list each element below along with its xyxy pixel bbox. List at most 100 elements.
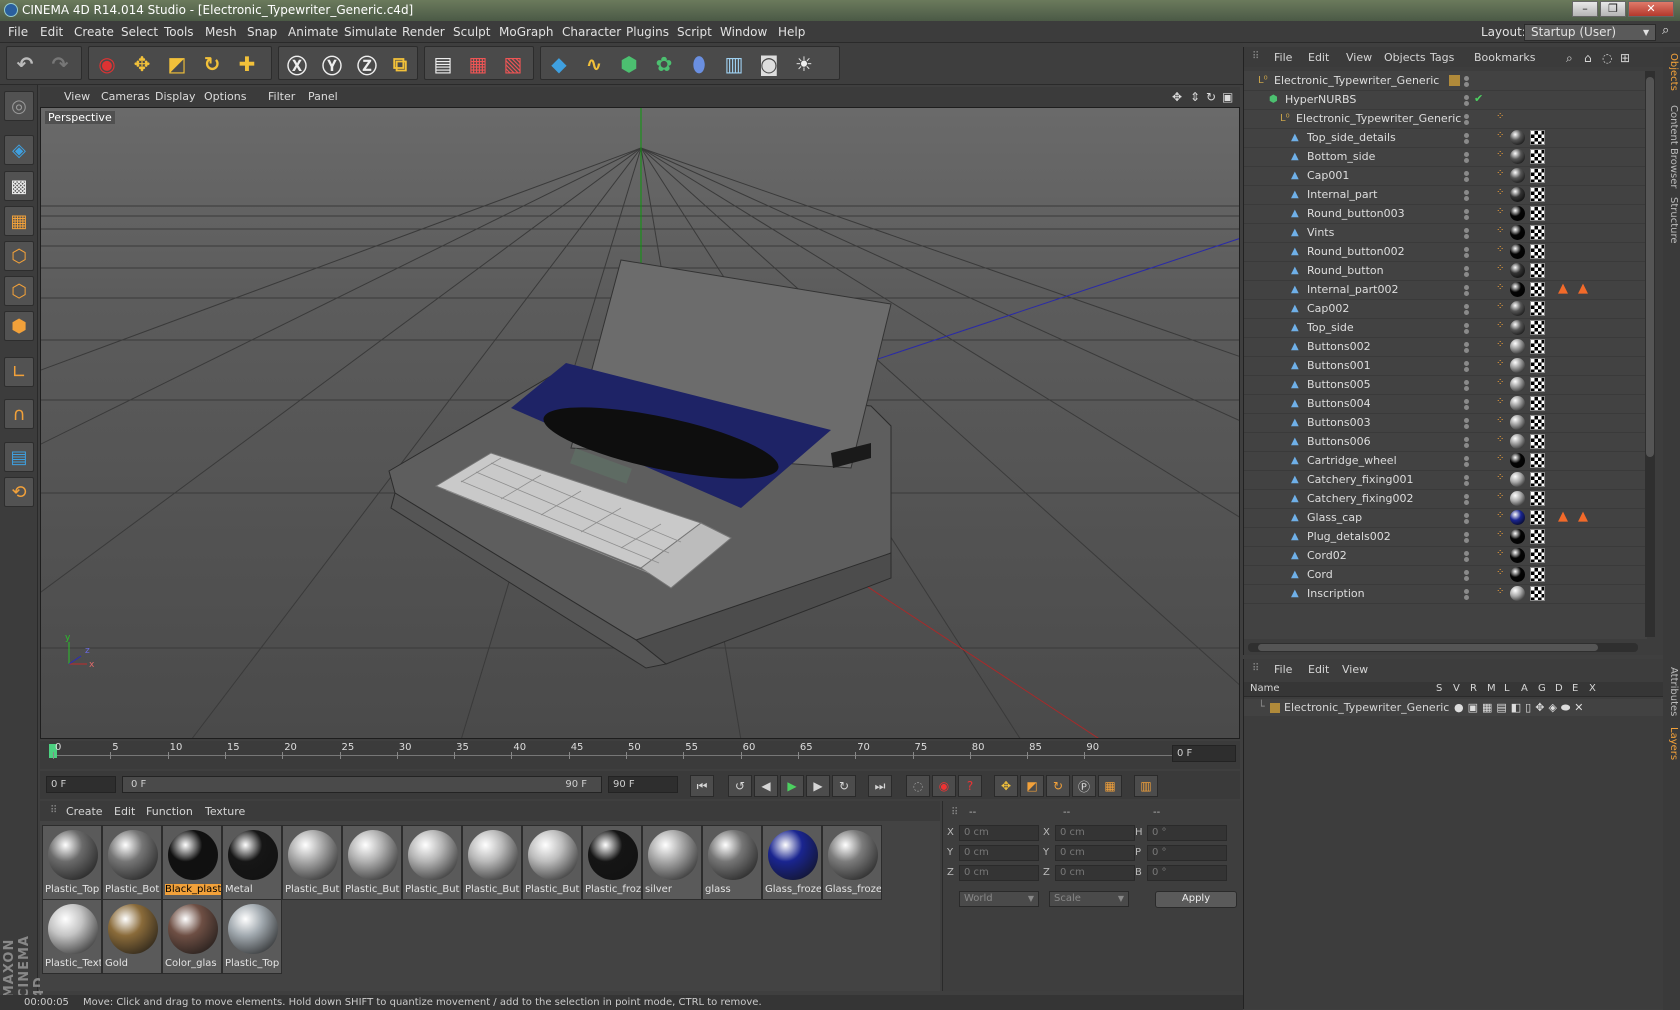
object-row[interactable]: ▲ Bottom_side ⁘ (1244, 147, 1647, 167)
render-visibility-dot[interactable] (1464, 253, 1469, 258)
material-tag-icon[interactable] (1510, 244, 1525, 259)
scale-icon[interactable]: ◩ (162, 49, 192, 79)
layer-column-m[interactable]: M (1487, 683, 1496, 694)
uvw-tag-icon[interactable] (1530, 396, 1545, 411)
search-icon[interactable]: ⌕ (1662, 23, 1669, 38)
material-tag-icon[interactable] (1510, 225, 1525, 240)
rotate-icon[interactable]: ↻ (197, 49, 227, 79)
autokey-icon[interactable]: ◉ (932, 775, 956, 797)
object-menu-tags[interactable]: Tags (1430, 51, 1454, 64)
viewport-menu-cameras[interactable]: Cameras (101, 90, 150, 103)
object-row[interactable]: L⁰ Electronic_Typewriter_Generic ⁘ (1244, 109, 1647, 129)
material-tag-icon[interactable] (1510, 377, 1525, 392)
render-visibility-dot[interactable] (1464, 576, 1469, 581)
warning-tag-icon[interactable]: ▲ (1578, 509, 1588, 524)
coord-b-field[interactable]: 0 cm (1055, 865, 1135, 881)
material-tag-icon[interactable] (1510, 396, 1525, 411)
menu-render[interactable]: Render (402, 25, 445, 39)
coord-c-field[interactable]: 0 ° (1147, 865, 1227, 881)
layer-row[interactable]: └ Electronic_Typewriter_Generic ●▣▦▤◧▯✥◈… (1244, 699, 1664, 716)
material-tag-icon[interactable] (1510, 567, 1525, 582)
render-visibility-dot[interactable] (1464, 386, 1469, 391)
editor-visibility-dot[interactable] (1464, 323, 1469, 328)
redo-icon[interactable]: ↷ (45, 49, 75, 79)
viewport-menu-view[interactable]: View (64, 90, 90, 103)
material-tag-icon[interactable] (1510, 415, 1525, 430)
timeline-window-icon[interactable]: ▥ (1134, 775, 1158, 797)
make-editable-icon[interactable]: ◎ (4, 91, 34, 121)
frame-range-slider[interactable]: 0 F 90 F (122, 776, 602, 793)
object-row[interactable]: ▲ Cap002 ⁘ (1244, 299, 1647, 319)
material-tag-icon[interactable] (1510, 453, 1525, 468)
pan-icon[interactable]: ✥ (1172, 90, 1182, 104)
material-swatch[interactable]: Glass_froze (762, 825, 822, 900)
layer-column-l[interactable]: L (1504, 683, 1510, 694)
material-swatch[interactable]: Plastic_Top (42, 825, 102, 900)
render-visibility-dot[interactable] (1464, 481, 1469, 486)
spline-icon[interactable]: ∿ (579, 49, 609, 79)
viewport-menu-panel[interactable]: Panel (308, 90, 338, 103)
uvw-tag-icon[interactable] (1530, 187, 1545, 202)
planar-workplane-icon[interactable]: ⟲ (4, 477, 34, 507)
deformer-icon[interactable]: ⬮ (684, 49, 714, 79)
object-row[interactable]: ▲ Vints ⁘ (1244, 223, 1647, 243)
render-visibility-dot[interactable] (1464, 272, 1469, 277)
layer-menu-view[interactable]: View (1342, 663, 1368, 676)
uvw-tag-icon[interactable] (1530, 282, 1545, 297)
axis-mode-icon[interactable]: ∟ (4, 357, 34, 387)
layer-column-r[interactable]: R (1470, 683, 1477, 694)
current-frame-field[interactable]: 0 F (1172, 745, 1236, 762)
material-tag-icon[interactable] (1510, 491, 1525, 506)
editor-visibility-dot[interactable] (1464, 266, 1469, 271)
render-visibility-dot[interactable] (1464, 120, 1469, 125)
uvw-tag-icon[interactable] (1530, 320, 1545, 335)
layer-column-s[interactable]: S (1436, 683, 1442, 694)
editor-visibility-dot[interactable] (1464, 570, 1469, 575)
render-visibility-dot[interactable] (1464, 101, 1469, 106)
material-swatch[interactable]: Plastic_But (342, 825, 402, 900)
viewport-menu-options[interactable]: Options (204, 90, 246, 103)
menu-file[interactable]: File (8, 25, 28, 39)
object-row[interactable]: ▲ Top_side_details ⁘ (1244, 128, 1647, 148)
object-row[interactable]: ▲ Catchery_fixing001 ⁘ (1244, 470, 1647, 490)
scroll-thumb[interactable] (1646, 77, 1654, 457)
scroll-thumb[interactable] (1258, 644, 1598, 651)
polygons-mode-icon[interactable]: ⬢ (4, 311, 34, 341)
object-row[interactable]: ▲ Cap001 ⁘ (1244, 166, 1647, 186)
editor-visibility-dot[interactable] (1464, 171, 1469, 176)
menu-script[interactable]: Script (677, 25, 712, 39)
layer-color-swatch[interactable] (1449, 75, 1460, 86)
key-rotation-icon[interactable]: ↻ (1046, 775, 1070, 797)
orbit-icon[interactable]: ↻ (1206, 90, 1216, 104)
material-menu-function[interactable]: Function (146, 805, 193, 818)
render-settings-icon[interactable]: ▧ (498, 49, 528, 79)
nurbs-icon[interactable]: ⬢ (614, 49, 644, 79)
locked-workplane-icon[interactable]: ▤ (4, 442, 34, 472)
close-button[interactable]: ✕ (1628, 1, 1674, 17)
material-swatch[interactable]: Glass_froze (822, 825, 882, 900)
render-visibility-dot[interactable] (1464, 538, 1469, 543)
object-menu-objects[interactable]: Objects (1384, 51, 1426, 64)
perspective-viewport[interactable]: Perspective y z x (40, 107, 1240, 739)
render-visibility-dot[interactable] (1464, 595, 1469, 600)
material-swatch[interactable]: Plastic_Top (222, 899, 282, 974)
record-keys-icon[interactable]: ◌ (906, 775, 930, 797)
menu-simulate[interactable]: Simulate (344, 25, 397, 39)
key-position-icon[interactable]: ✥ (994, 775, 1018, 797)
object-row[interactable]: ▲ Buttons002 ⁘ (1244, 337, 1647, 357)
layout-select[interactable]: Startup (User) ▼ (1524, 24, 1656, 41)
layer-column-name[interactable]: Name (1250, 683, 1280, 694)
timeline-ruler[interactable]: 0 5 10 15 20 25 30 35 40 45 50 55 60 65 70 75 80 85 90 0 F (40, 741, 1240, 769)
start-frame-field[interactable]: 0 F (46, 776, 116, 793)
object-row[interactable]: ▲ Inscription ⁘ (1244, 584, 1647, 604)
layer-column-v[interactable]: V (1453, 683, 1460, 694)
dolly-icon[interactable]: ⇕ (1190, 90, 1200, 104)
render-visibility-dot[interactable] (1464, 291, 1469, 296)
next-key-icon[interactable]: ↻ (832, 775, 856, 797)
uvw-tag-icon[interactable] (1530, 358, 1545, 373)
object-row[interactable]: ▲ Buttons005 ⁘ (1244, 375, 1647, 395)
material-swatch[interactable]: silver (642, 825, 702, 900)
menu-create[interactable]: Create (74, 25, 114, 39)
new-window-icon[interactable]: ⊞ (1620, 51, 1630, 65)
render-visibility-dot[interactable] (1464, 177, 1469, 182)
